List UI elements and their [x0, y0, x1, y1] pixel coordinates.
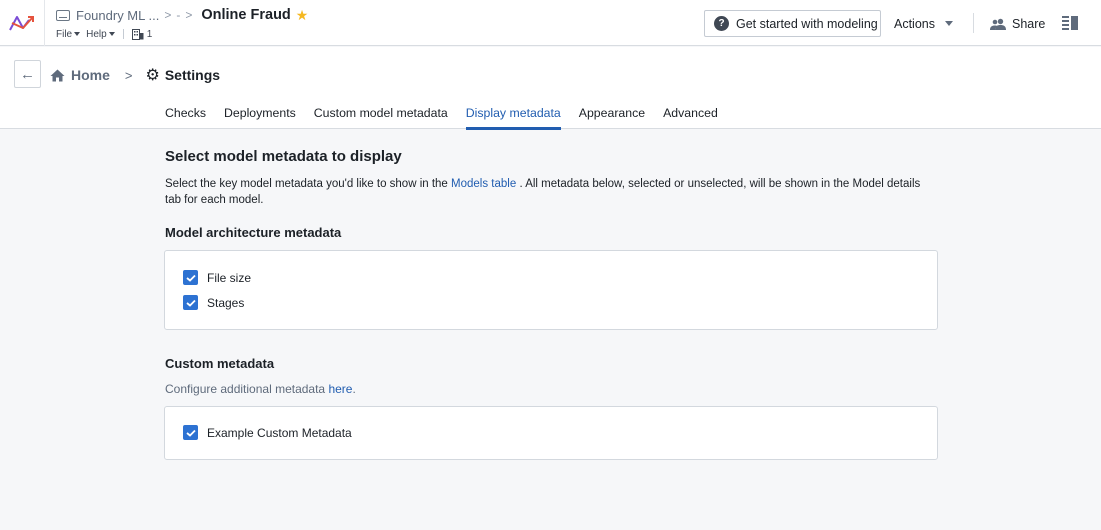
custom-metadata-heading: Custom metadata [165, 356, 275, 371]
divider [122, 29, 124, 39]
tab-appearance[interactable]: Appearance [579, 106, 645, 129]
configure-metadata-text: Configure additional metadata here. [165, 382, 356, 396]
actions-label: Actions [894, 16, 935, 31]
architecture-metadata-heading: Model architecture metadata [165, 225, 342, 240]
home-icon [50, 69, 65, 81]
help-icon: ? [714, 16, 729, 31]
actions-menu-button[interactable]: Actions [894, 10, 953, 37]
divider [973, 13, 974, 33]
checkbox-file-size[interactable]: File size [183, 270, 251, 285]
checkbox-checked-icon[interactable] [183, 270, 198, 285]
branch-indicator[interactable]: 1 [131, 28, 153, 40]
back-button[interactable]: ← [14, 60, 41, 88]
checkbox-label: Example Custom Metadata [207, 425, 352, 440]
chevron-right-icon: > [164, 8, 172, 22]
help-menu[interactable]: Help [86, 29, 115, 40]
checkbox-checked-icon[interactable] [183, 295, 198, 310]
page-title: Select model metadata to display [165, 148, 402, 165]
breadcrumb-home[interactable]: Home [50, 67, 110, 83]
get-started-button[interactable]: ? Get started with modeling [704, 10, 881, 37]
resource-title[interactable]: Online Fraud [201, 7, 290, 23]
get-started-label: Get started with modeling [736, 16, 878, 31]
configure-here-link[interactable]: here [328, 382, 352, 396]
share-button[interactable]: Share [990, 10, 1045, 37]
page-description: Select the key model metadata you'd like… [165, 176, 925, 208]
people-icon [990, 18, 1006, 30]
breadcrumb-placeholder[interactable]: - [176, 8, 180, 22]
configure-text: Configure additional metadata [165, 382, 329, 396]
chevron-right-icon: > [185, 8, 193, 22]
checkbox-checked-icon[interactable] [183, 425, 198, 440]
models-table-link[interactable]: Models table [451, 178, 516, 190]
home-label: Home [71, 67, 110, 83]
help-menu-label: Help [86, 28, 107, 40]
gear-icon: ⚙ [145, 67, 160, 84]
architecture-metadata-card: File size Stages [164, 250, 938, 330]
tab-deployments[interactable]: Deployments [224, 106, 296, 129]
tab-checks[interactable]: Checks [165, 106, 206, 129]
checkbox-label: File size [207, 270, 252, 285]
breadcrumb-parent-folder[interactable]: Foundry ML ... [76, 8, 159, 23]
description-text: Select the key model metadata you'd like… [165, 178, 452, 190]
caret-down-icon [108, 32, 115, 36]
app-logo[interactable] [0, 0, 45, 46]
share-label: Share [1012, 16, 1046, 31]
checkbox-stages[interactable]: Stages [183, 295, 244, 310]
settings-label: Settings [164, 67, 221, 83]
star-icon[interactable]: ★ [296, 7, 309, 24]
arrow-left-icon: ← [20, 65, 35, 83]
building-icon [131, 28, 144, 40]
folder-icon [56, 9, 70, 21]
checkbox-example-custom-metadata[interactable]: Example Custom Metadata [183, 425, 352, 440]
page-breadcrumb: Home > ⚙ Settings [50, 65, 220, 85]
file-menu-bar: File Help 1 [56, 27, 158, 41]
caret-down-icon [74, 32, 81, 36]
tab-display-metadata[interactable]: Display metadata [465, 106, 561, 130]
file-menu[interactable]: File [56, 28, 81, 40]
custom-metadata-card: Example Custom Metadata [164, 406, 938, 460]
settings-tabs: Checks Deployments Custom model metadata… [165, 106, 736, 130]
file-menu-label: File [56, 28, 73, 40]
branch-count: 1 [146, 28, 153, 40]
tab-advanced[interactable]: Advanced [663, 106, 718, 129]
tab-custom-model-metadata[interactable]: Custom model metadata [314, 106, 448, 129]
chevron-right-icon: > [124, 67, 133, 83]
checkbox-label: Stages [207, 295, 245, 310]
settings-header: ← Home > ⚙ Settings Checks Deployments C… [0, 47, 1101, 130]
app-header: Foundry ML ... > - > Online Fraud ★ File… [0, 0, 1101, 46]
model-logo-icon [9, 16, 34, 31]
breadcrumb: Foundry ML ... > - > Online Fraud ★ [56, 5, 308, 25]
sidebar-panel-toggle-icon[interactable] [1062, 16, 1078, 30]
caret-down-icon [945, 21, 953, 26]
configure-suffix: . [352, 382, 356, 396]
breadcrumb-settings: ⚙ Settings [146, 65, 221, 85]
